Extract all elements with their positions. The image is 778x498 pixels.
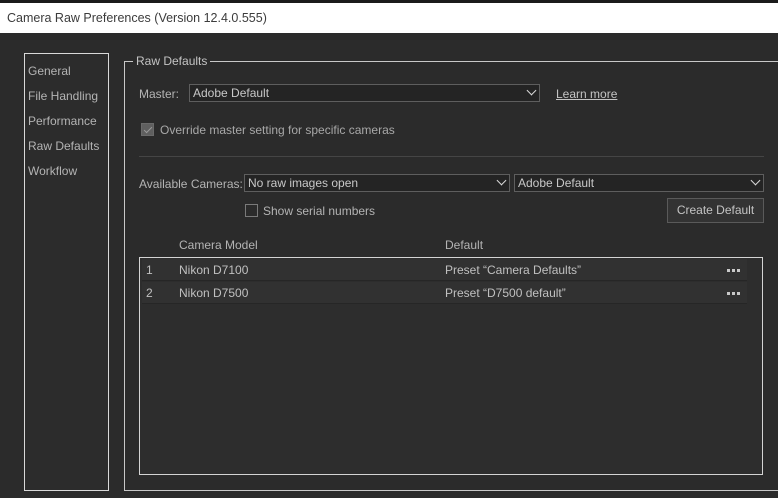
show-serial-numbers-label: Show serial numbers (263, 204, 376, 218)
camera-default-select-value: Adobe Default (518, 176, 595, 190)
camera-defaults-table: 1 Nikon D7100 Preset “Camera Defaults” 2… (139, 257, 763, 475)
create-default-button[interactable]: Create Default (667, 198, 764, 223)
sidebar-item-general[interactable]: General (25, 59, 108, 84)
show-serial-numbers-checkbox[interactable] (245, 204, 258, 217)
preferences-window-body: General File Handling Performance Raw De… (0, 33, 778, 498)
default-preset-cell: Preset “D7500 default” (445, 286, 566, 300)
master-label: Master: (139, 87, 180, 101)
more-options-icon[interactable] (727, 282, 743, 302)
sidebar-item-file-handling[interactable]: File Handling (25, 84, 108, 109)
section-divider (139, 156, 764, 157)
table-row[interactable]: 2 Nikon D7500 Preset “D7500 default” (142, 282, 747, 304)
sidebar-item-workflow[interactable]: Workflow (25, 159, 108, 184)
override-master-label: Override master setting for specific cam… (160, 123, 395, 137)
column-header-default[interactable]: Default (445, 237, 483, 253)
camera-model-cell: Nikon D7100 (179, 263, 249, 277)
more-options-icon[interactable] (727, 259, 743, 279)
learn-more-link[interactable]: Learn more (556, 86, 617, 102)
column-header-camera-model[interactable]: Camera Model (179, 237, 258, 253)
preferences-sidebar: General File Handling Performance Raw De… (24, 53, 109, 491)
master-select[interactable]: Adobe Default (189, 84, 540, 102)
override-master-checkbox[interactable] (141, 123, 154, 136)
row-index: 1 (146, 263, 153, 277)
chevron-down-icon (496, 175, 507, 186)
chevron-down-icon (526, 85, 537, 96)
raw-defaults-group-title: Raw Defaults (133, 54, 211, 69)
default-preset-cell: Preset “Camera Defaults” (445, 263, 582, 277)
row-index: 2 (146, 286, 153, 300)
chevron-down-icon (750, 175, 761, 186)
camera-default-select[interactable]: Adobe Default (514, 174, 764, 192)
sidebar-item-raw-defaults[interactable]: Raw Defaults (25, 134, 108, 159)
window-title: Camera Raw Preferences (Version 12.4.0.5… (0, 3, 778, 33)
table-row[interactable]: 1 Nikon D7100 Preset “Camera Defaults” (142, 259, 747, 281)
sidebar-item-performance[interactable]: Performance (25, 109, 108, 134)
master-select-value: Adobe Default (193, 86, 270, 100)
available-cameras-select-value: No raw images open (248, 176, 359, 190)
checkmark-icon (143, 124, 152, 133)
available-cameras-label: Available Cameras: (139, 177, 243, 191)
available-cameras-select[interactable]: No raw images open (244, 174, 510, 192)
camera-model-cell: Nikon D7500 (179, 286, 249, 300)
